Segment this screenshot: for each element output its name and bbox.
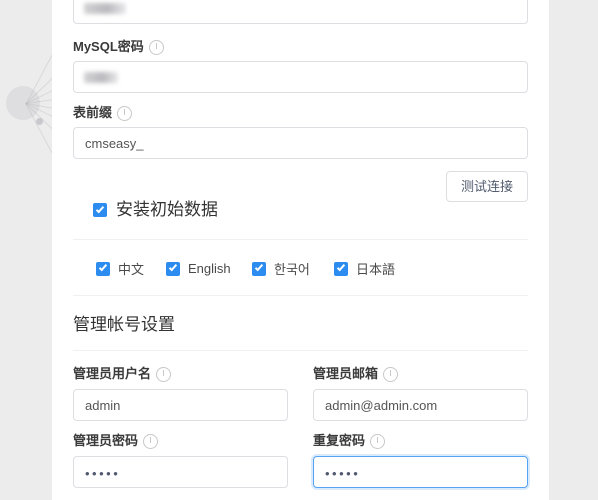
- admin-username-input[interactable]: [73, 389, 288, 421]
- admin-password-repeat-label-text: 重复密码: [313, 433, 366, 448]
- test-connection-row: 测试连接: [73, 171, 528, 202]
- install-initial-data-checkbox[interactable]: [93, 203, 107, 217]
- info-circle-icon[interactable]: [383, 366, 399, 382]
- mysql-password-label-text: MySQL密码: [73, 39, 144, 54]
- language-checkbox-row: 中文 English 한국어 日本語: [96, 259, 516, 278]
- info-circle-icon[interactable]: [148, 39, 164, 55]
- divider-languages: [73, 295, 528, 296]
- admin-password-repeat-col: 重复密码 •••••: [313, 433, 528, 488]
- info-circle-icon[interactable]: [143, 433, 159, 449]
- mysql-user-field-wrap: [73, 0, 528, 24]
- admin-password-row: 管理员密码 ••••• 重复密码 •••••: [73, 433, 528, 488]
- admin-password-field-wrap: •••••: [73, 456, 288, 488]
- language-label-ja: 日本語: [356, 262, 396, 277]
- admin-password-label: 管理员密码: [73, 433, 288, 449]
- admin-password-repeat-field-wrap: •••••: [313, 456, 528, 488]
- admin-password-repeat-input[interactable]: [313, 456, 528, 488]
- admin-username-label-text: 管理员用户名: [73, 366, 152, 381]
- language-label-zh: 中文: [118, 262, 145, 277]
- language-item-ja[interactable]: 日本語: [334, 259, 395, 278]
- mysql-password-label-row: MySQL密码: [73, 39, 528, 55]
- table-prefix-label-row: 表前缀: [73, 105, 528, 121]
- install-initial-data-row[interactable]: 安装初始数据: [93, 199, 218, 221]
- admin-username-col: 管理员用户名: [73, 366, 288, 421]
- table-prefix-label-text: 表前缀: [73, 105, 113, 120]
- table-prefix-field-wrap: [73, 127, 528, 159]
- admin-identity-row: 管理员用户名 管理员邮箱: [73, 366, 528, 421]
- divider-admin-section: [73, 350, 528, 351]
- language-checkbox-ja[interactable]: [334, 261, 348, 276]
- admin-email-label-text: 管理员邮箱: [313, 366, 379, 381]
- info-circle-icon[interactable]: [370, 433, 386, 449]
- mysql-password-label: MySQL密码: [73, 39, 528, 55]
- language-checkbox-zh[interactable]: [96, 261, 110, 276]
- language-item-ko[interactable]: 한국어: [252, 259, 334, 278]
- mysql-user-input[interactable]: [73, 0, 528, 24]
- admin-password-col: 管理员密码 •••••: [73, 433, 288, 488]
- mysql-password-input[interactable]: [73, 61, 528, 93]
- bg-orb-small: [36, 118, 43, 125]
- admin-password-input[interactable]: [73, 456, 288, 488]
- table-prefix-label: 表前缀: [73, 105, 528, 121]
- bg-orb: [6, 86, 40, 120]
- installer-form-panel: MySQL密码 表前缀 测试连接 安装初始数据: [52, 0, 549, 500]
- admin-password-repeat-label: 重复密码: [313, 433, 528, 449]
- admin-email-label: 管理员邮箱: [313, 366, 528, 382]
- table-prefix-input[interactable]: [73, 127, 528, 159]
- test-connection-button[interactable]: 测试连接: [445, 171, 528, 202]
- language-checkbox-en[interactable]: [166, 261, 180, 276]
- language-label-ko: 한국어: [274, 262, 310, 277]
- language-label-en: English: [188, 261, 231, 276]
- info-circle-icon[interactable]: [117, 105, 133, 121]
- admin-password-label-text: 管理员密码: [73, 433, 139, 448]
- divider-install-data: [73, 239, 528, 240]
- language-item-zh[interactable]: 中文: [96, 259, 166, 278]
- admin-section-title: 管理帐号设置: [73, 315, 175, 334]
- admin-email-input[interactable]: [313, 389, 528, 421]
- install-initial-data-label: 安装初始数据: [116, 200, 218, 219]
- admin-username-label: 管理员用户名: [73, 366, 288, 382]
- admin-email-col: 管理员邮箱: [313, 366, 528, 421]
- info-circle-icon[interactable]: [156, 366, 172, 382]
- language-checkbox-ko[interactable]: [252, 261, 266, 276]
- mysql-password-field-wrap: [73, 61, 528, 93]
- language-item-en[interactable]: English: [166, 261, 252, 276]
